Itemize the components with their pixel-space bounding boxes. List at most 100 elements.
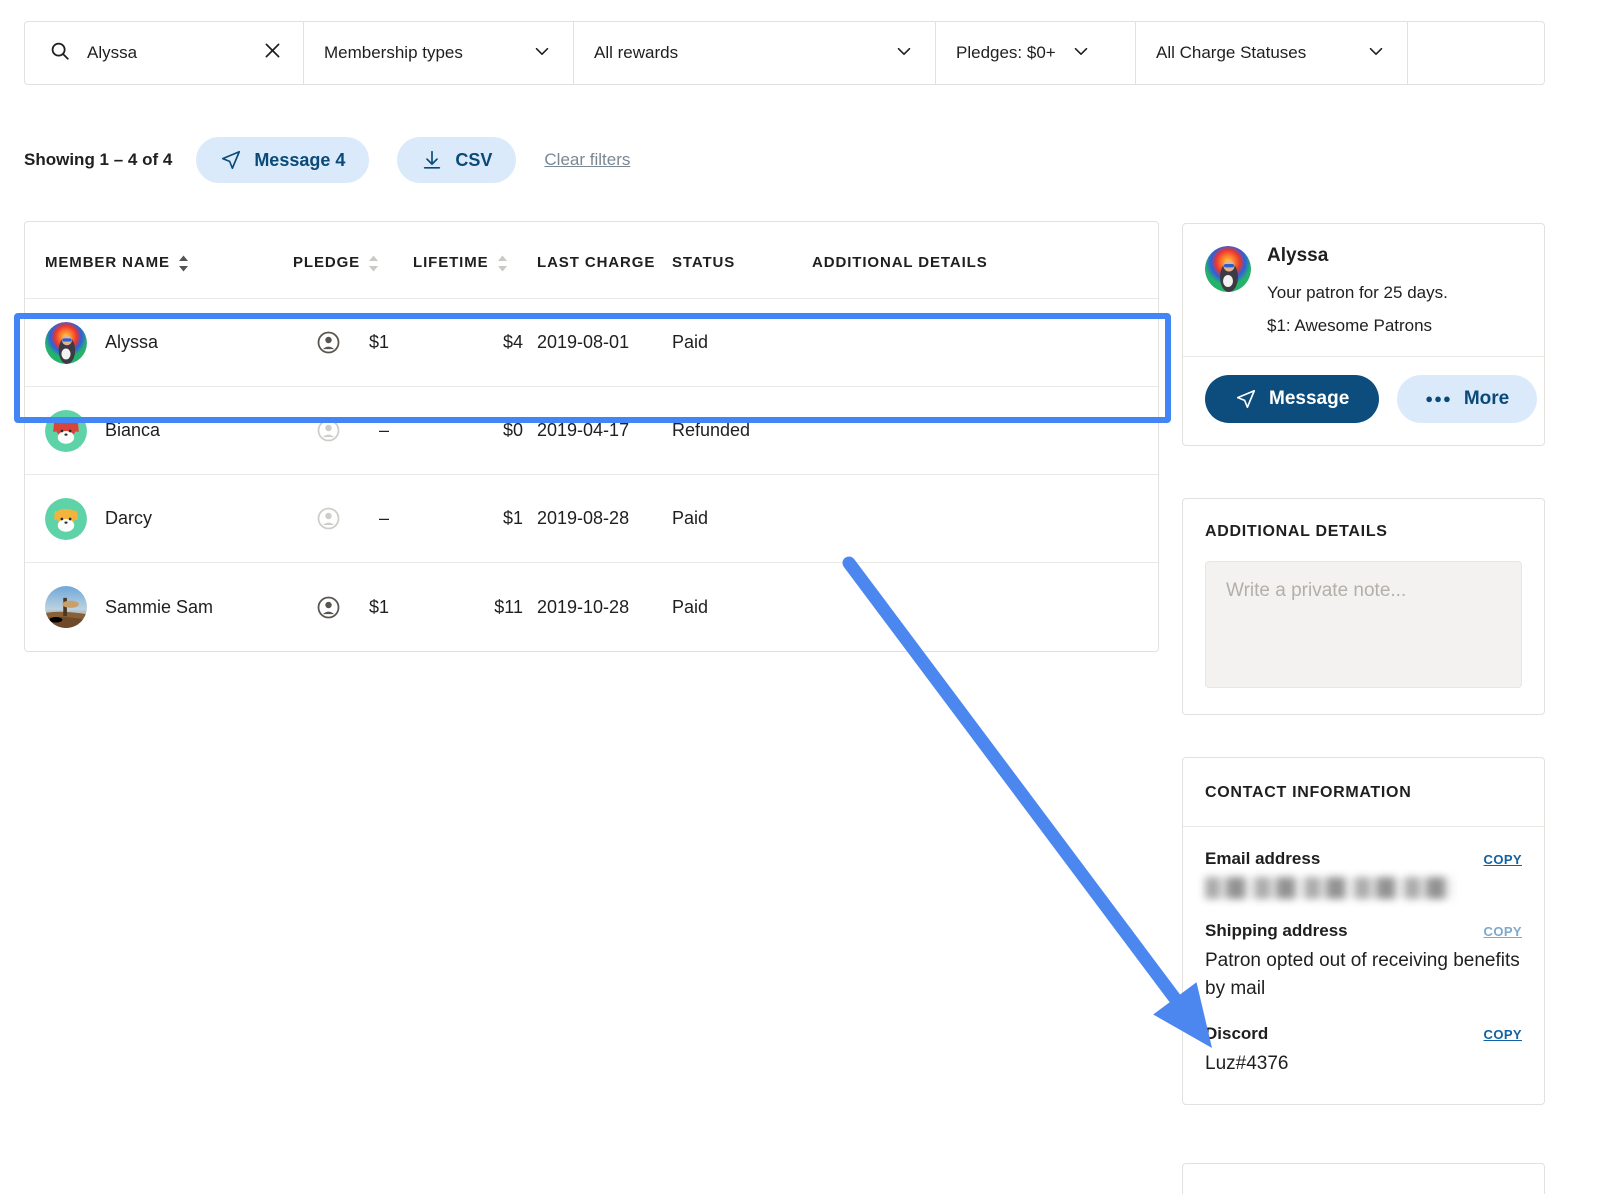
pledges-dropdown[interactable]: Pledges: $0+ (936, 22, 1136, 84)
download-icon (421, 149, 443, 171)
status-cell: Paid (672, 508, 709, 528)
sort-arrows-icon (497, 255, 508, 276)
more-actions-label: More (1463, 387, 1510, 409)
sort-arrows-icon (178, 255, 189, 276)
membership-types-dropdown[interactable]: Membership types (304, 22, 574, 84)
chevron-down-icon (893, 40, 915, 67)
member-name: Sammie Sam (105, 596, 214, 617)
avatar (45, 586, 87, 628)
column-header-member-name[interactable]: MEMBER NAME (25, 254, 293, 276)
send-icon (220, 149, 242, 171)
contact-info-value: Patron opted out of receiving benefits b… (1205, 950, 1520, 999)
additional-details-title: ADDITIONAL DETAILS (1205, 523, 1388, 540)
patron-actions: Message ●●● More (1183, 357, 1544, 445)
rewards-dropdown[interactable]: All rewards (574, 22, 936, 84)
lifetime-cell: $1 (502, 508, 523, 528)
status-cell: Refunded (672, 420, 751, 440)
copy-button[interactable]: COPY (1484, 1027, 1522, 1042)
table-row[interactable]: Darcy – $1 2019-08-28 Paid (25, 475, 1158, 563)
pledge-cell: – (378, 420, 389, 440)
member-name: Bianca (105, 420, 161, 440)
action-row: Showing 1 – 4 of 4 Message 4 CSV Clear f… (24, 136, 630, 184)
message-patron-label: Message (1269, 387, 1350, 409)
pledges-label: Pledges: $0+ (956, 43, 1056, 62)
member-name-cell: Darcy (25, 497, 293, 540)
rewards-label: All rewards (594, 43, 679, 62)
contact-information-body: Email address COPY Shipping address COPY… (1183, 827, 1544, 1104)
member-name: Alyssa (105, 332, 159, 352)
table-row[interactable]: Bianca – $0 2019-04-17 Refunded (25, 387, 1158, 475)
contact-info-item: Email address COPY (1205, 849, 1522, 899)
status-cell: Paid (672, 332, 709, 352)
table-body: Alyssa $1 $4 2019-08-01 Paid Bianca – $0 (25, 299, 1158, 651)
avatar (45, 409, 87, 452)
avatar (45, 497, 87, 540)
patron-summary-card: Alyssa Your patron for 25 days. $1: Awes… (1182, 223, 1545, 446)
contact-information-card: CONTACT INFORMATION Email address COPY S… (1182, 757, 1545, 1105)
contact-info-item: Discord COPY Luz#4376 (1205, 1024, 1522, 1078)
column-header-additional-details[interactable]: ADDITIONAL DETAILS (812, 254, 1158, 276)
sort-arrows-icon (368, 255, 379, 276)
lifetime-cell: $4 (502, 332, 523, 352)
message-all-label: Message 4 (254, 149, 346, 170)
patron-tier: $1: Awesome Patrons (1267, 315, 1433, 335)
member-name-cell: Sammie Sam (25, 586, 293, 628)
message-patron-button[interactable]: Message (1205, 374, 1380, 423)
contact-info-label: Email address (1205, 849, 1321, 868)
clear-filters-link[interactable]: Clear filters (544, 150, 630, 170)
members-table: MEMBER NAME PLEDGE LIFETIME LAST CHARGE … (24, 221, 1159, 652)
copy-button[interactable]: COPY (1484, 852, 1522, 867)
contact-info-label: Discord (1205, 1024, 1269, 1044)
chevron-down-icon (1070, 40, 1092, 67)
filter-bar-spacer (1408, 22, 1544, 84)
table-row[interactable]: Sammie Sam $1 $11 2019-10-28 Paid (25, 563, 1158, 651)
more-actions-button[interactable]: ●●● More (1397, 374, 1538, 423)
table-header-row: MEMBER NAME PLEDGE LIFETIME LAST CHARGE … (25, 222, 1158, 299)
last-charge-cell: 2019-10-28 (537, 596, 630, 617)
column-label: PLEDGE (293, 254, 361, 271)
contact-info-label: Shipping address (1205, 921, 1348, 940)
search-icon (49, 40, 71, 67)
avatar (45, 321, 87, 364)
avatar (1205, 246, 1251, 292)
results-count: Showing 1 – 4 of 4 (24, 150, 173, 169)
member-name-cell: Alyssa (25, 321, 293, 364)
contact-info-value: Luz#4376 (1205, 1053, 1289, 1075)
last-charge-cell: 2019-04-17 (537, 420, 630, 440)
copy-button[interactable]: COPY (1484, 924, 1522, 939)
column-header-status[interactable]: STATUS (672, 254, 812, 276)
last-charge-cell: 2019-08-28 (537, 508, 630, 528)
charge-statuses-label: All Charge Statuses (1156, 43, 1307, 62)
contact-info-item: Shipping address COPY Patron opted out o… (1205, 921, 1522, 1002)
csv-export-button[interactable]: CSV (397, 137, 517, 183)
csv-export-label: CSV (455, 149, 493, 170)
lifetime-cell: $11 (494, 596, 523, 617)
column-label: ADDITIONAL DETAILS (812, 254, 988, 271)
search-value: Alyssa (87, 43, 138, 62)
column-header-last-charge[interactable]: LAST CHARGE (537, 254, 672, 276)
last-charge-cell: 2019-08-01 (537, 332, 630, 352)
pledge-cell: $1 (368, 332, 389, 352)
column-header-lifetime[interactable]: LIFETIME (413, 254, 537, 276)
membership-types-label: Membership types (324, 43, 463, 62)
chevron-down-icon (531, 40, 553, 67)
column-header-pledge[interactable]: PLEDGE (293, 254, 413, 276)
contact-information-title: CONTACT INFORMATION (1183, 758, 1544, 827)
table-row[interactable]: Alyssa $1 $4 2019-08-01 Paid (25, 299, 1158, 387)
private-note-input[interactable]: Write a private note... (1205, 561, 1522, 688)
ellipsis-icon: ●●● (1425, 391, 1452, 407)
filter-bar: Alyssa Membership types All rewards Pled… (24, 21, 1545, 85)
status-cell: Paid (672, 596, 709, 617)
column-label: LAST CHARGE (537, 254, 656, 271)
send-icon (1235, 388, 1257, 410)
column-label: STATUS (672, 254, 736, 271)
member-name-cell: Bianca (25, 409, 293, 452)
chevron-down-icon (1365, 40, 1387, 67)
charge-statuses-dropdown[interactable]: All Charge Statuses (1136, 22, 1408, 84)
search-input[interactable]: Alyssa (25, 22, 304, 84)
pledge-cell: $1 (368, 596, 389, 617)
column-label: MEMBER NAME (45, 254, 170, 271)
member-name: Darcy (105, 508, 153, 528)
close-icon[interactable] (262, 40, 283, 66)
message-all-button[interactable]: Message 4 (196, 137, 370, 183)
